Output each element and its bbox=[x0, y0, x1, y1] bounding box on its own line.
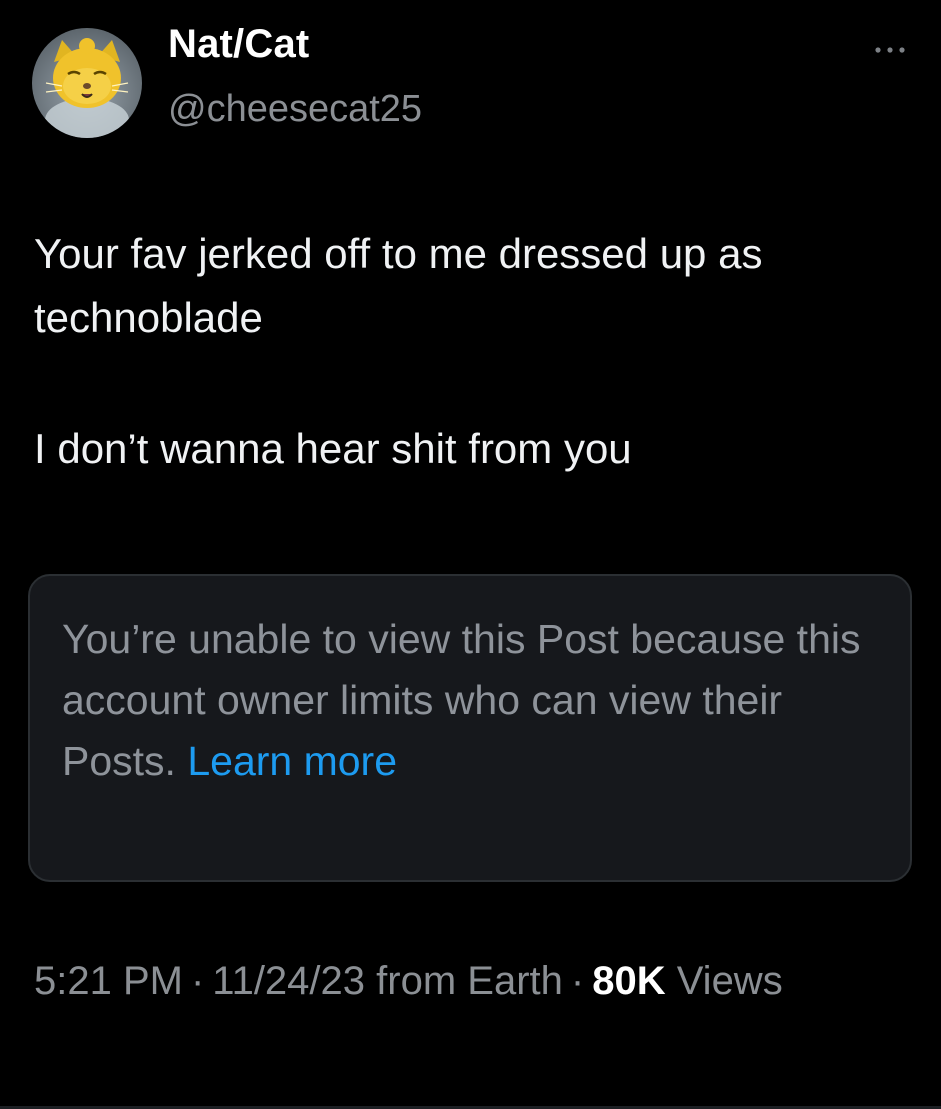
post-date[interactable]: 11/24/23 bbox=[212, 959, 365, 1003]
post-text-paragraph-1: Your fav jerked off to me dressed up as … bbox=[34, 230, 763, 341]
unavailable-message: You’re unable to view this Post because … bbox=[62, 616, 861, 784]
cat-avatar-icon bbox=[32, 28, 142, 138]
post: Nat/Cat @cheesecat25 Your fav jerked off… bbox=[0, 0, 941, 1109]
author-avatar[interactable] bbox=[32, 28, 142, 138]
author-display-name[interactable]: Nat/Cat bbox=[168, 22, 309, 67]
post-text-paragraph-2: I don’t wanna hear shit from you bbox=[34, 425, 632, 472]
more-options-button[interactable] bbox=[860, 30, 920, 70]
views-count[interactable]: 80K bbox=[592, 959, 665, 1003]
post-metadata: 5:21 PM · 11/24/23 from Earth · 80K Views bbox=[34, 950, 894, 1012]
learn-more-link[interactable]: Learn more bbox=[187, 738, 397, 784]
author-handle[interactable]: @cheesecat25 bbox=[168, 88, 422, 131]
post-time[interactable]: 5:21 PM bbox=[34, 959, 183, 1003]
more-horizontal-icon bbox=[875, 47, 905, 53]
post-text: Your fav jerked off to me dressed up as … bbox=[34, 222, 914, 481]
meta-separator: · bbox=[190, 959, 205, 1003]
views-label[interactable]: Views bbox=[677, 959, 783, 1003]
meta-separator: · bbox=[570, 959, 585, 1003]
post-source: from Earth bbox=[376, 959, 563, 1003]
unavailable-quoted-post-card: You’re unable to view this Post because … bbox=[28, 574, 912, 882]
